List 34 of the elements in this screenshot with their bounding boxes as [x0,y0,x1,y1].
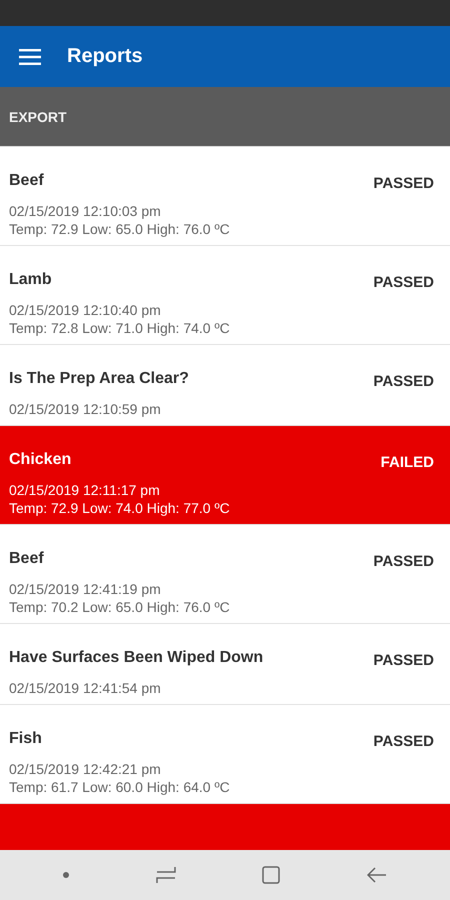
result-label: PASSED [373,373,434,390]
report-date: 02/15/2019 12:10:03 pm [9,202,162,220]
report-name: Beef [9,172,45,190]
result-label: PASSED [373,274,434,291]
report-name: Lamb [9,271,53,289]
result-label: PASSED [373,733,434,750]
report-name: Fish [9,730,43,748]
temperature-reading: Temp: 72.9 Low: 65.0 High: 76.0 ºC [9,220,230,238]
result-label: PASSED [373,553,434,570]
result-label: FAILED [380,454,434,471]
report-name: Chicken [9,451,72,469]
report-date: 02/15/2019 12:11:17 pm [9,481,161,499]
screen-title: Reports [67,45,143,68]
temperature-reading: Temp: 72.9 Low: 74.0 High: 77.0 ºC [9,499,230,517]
temperature-reading: Temp: 61.7 Low: 60.0 High: 64.0 ºC [9,778,230,796]
result-label: PASSED [373,652,434,669]
export-button[interactable]: EXPORT [9,108,67,124]
report-date: 02/15/2019 12:41:54 pm [9,679,162,697]
home-icon[interactable] [262,866,280,884]
menu-icon[interactable] [19,48,41,64]
report-name: Is The Prep Area Clear? [9,370,189,388]
temperature-reading: Temp: 72.8 Low: 71.0 High: 74.0 ºC [9,319,230,337]
result-label: PASSED [373,175,434,192]
report-date: 02/15/2019 12:42:21 pm [9,760,162,778]
failed-report-row[interactable]: Chicken 02/15/2019 12:11:17 pm Temp: 72.9 Low: 74.0 High: 77.0 ºC FAILED [0,426,450,525]
report-date: 02/15/2019 12:41:19 pm [9,580,162,598]
recent-apps-icon[interactable] [156,866,176,884]
report-date: 02/15/2019 12:10:40 pm [9,301,162,319]
report-name: Have Surfaces Been Wiped Down [9,649,264,667]
report-name: Beef [9,550,45,568]
dot-icon [63,872,70,878]
back-icon[interactable] [366,867,387,883]
report-date: 02/15/2019 12:10:59 pm [9,400,162,418]
temperature-reading: Temp: 70.2 Low: 65.0 High: 76.0 ºC [9,598,230,616]
